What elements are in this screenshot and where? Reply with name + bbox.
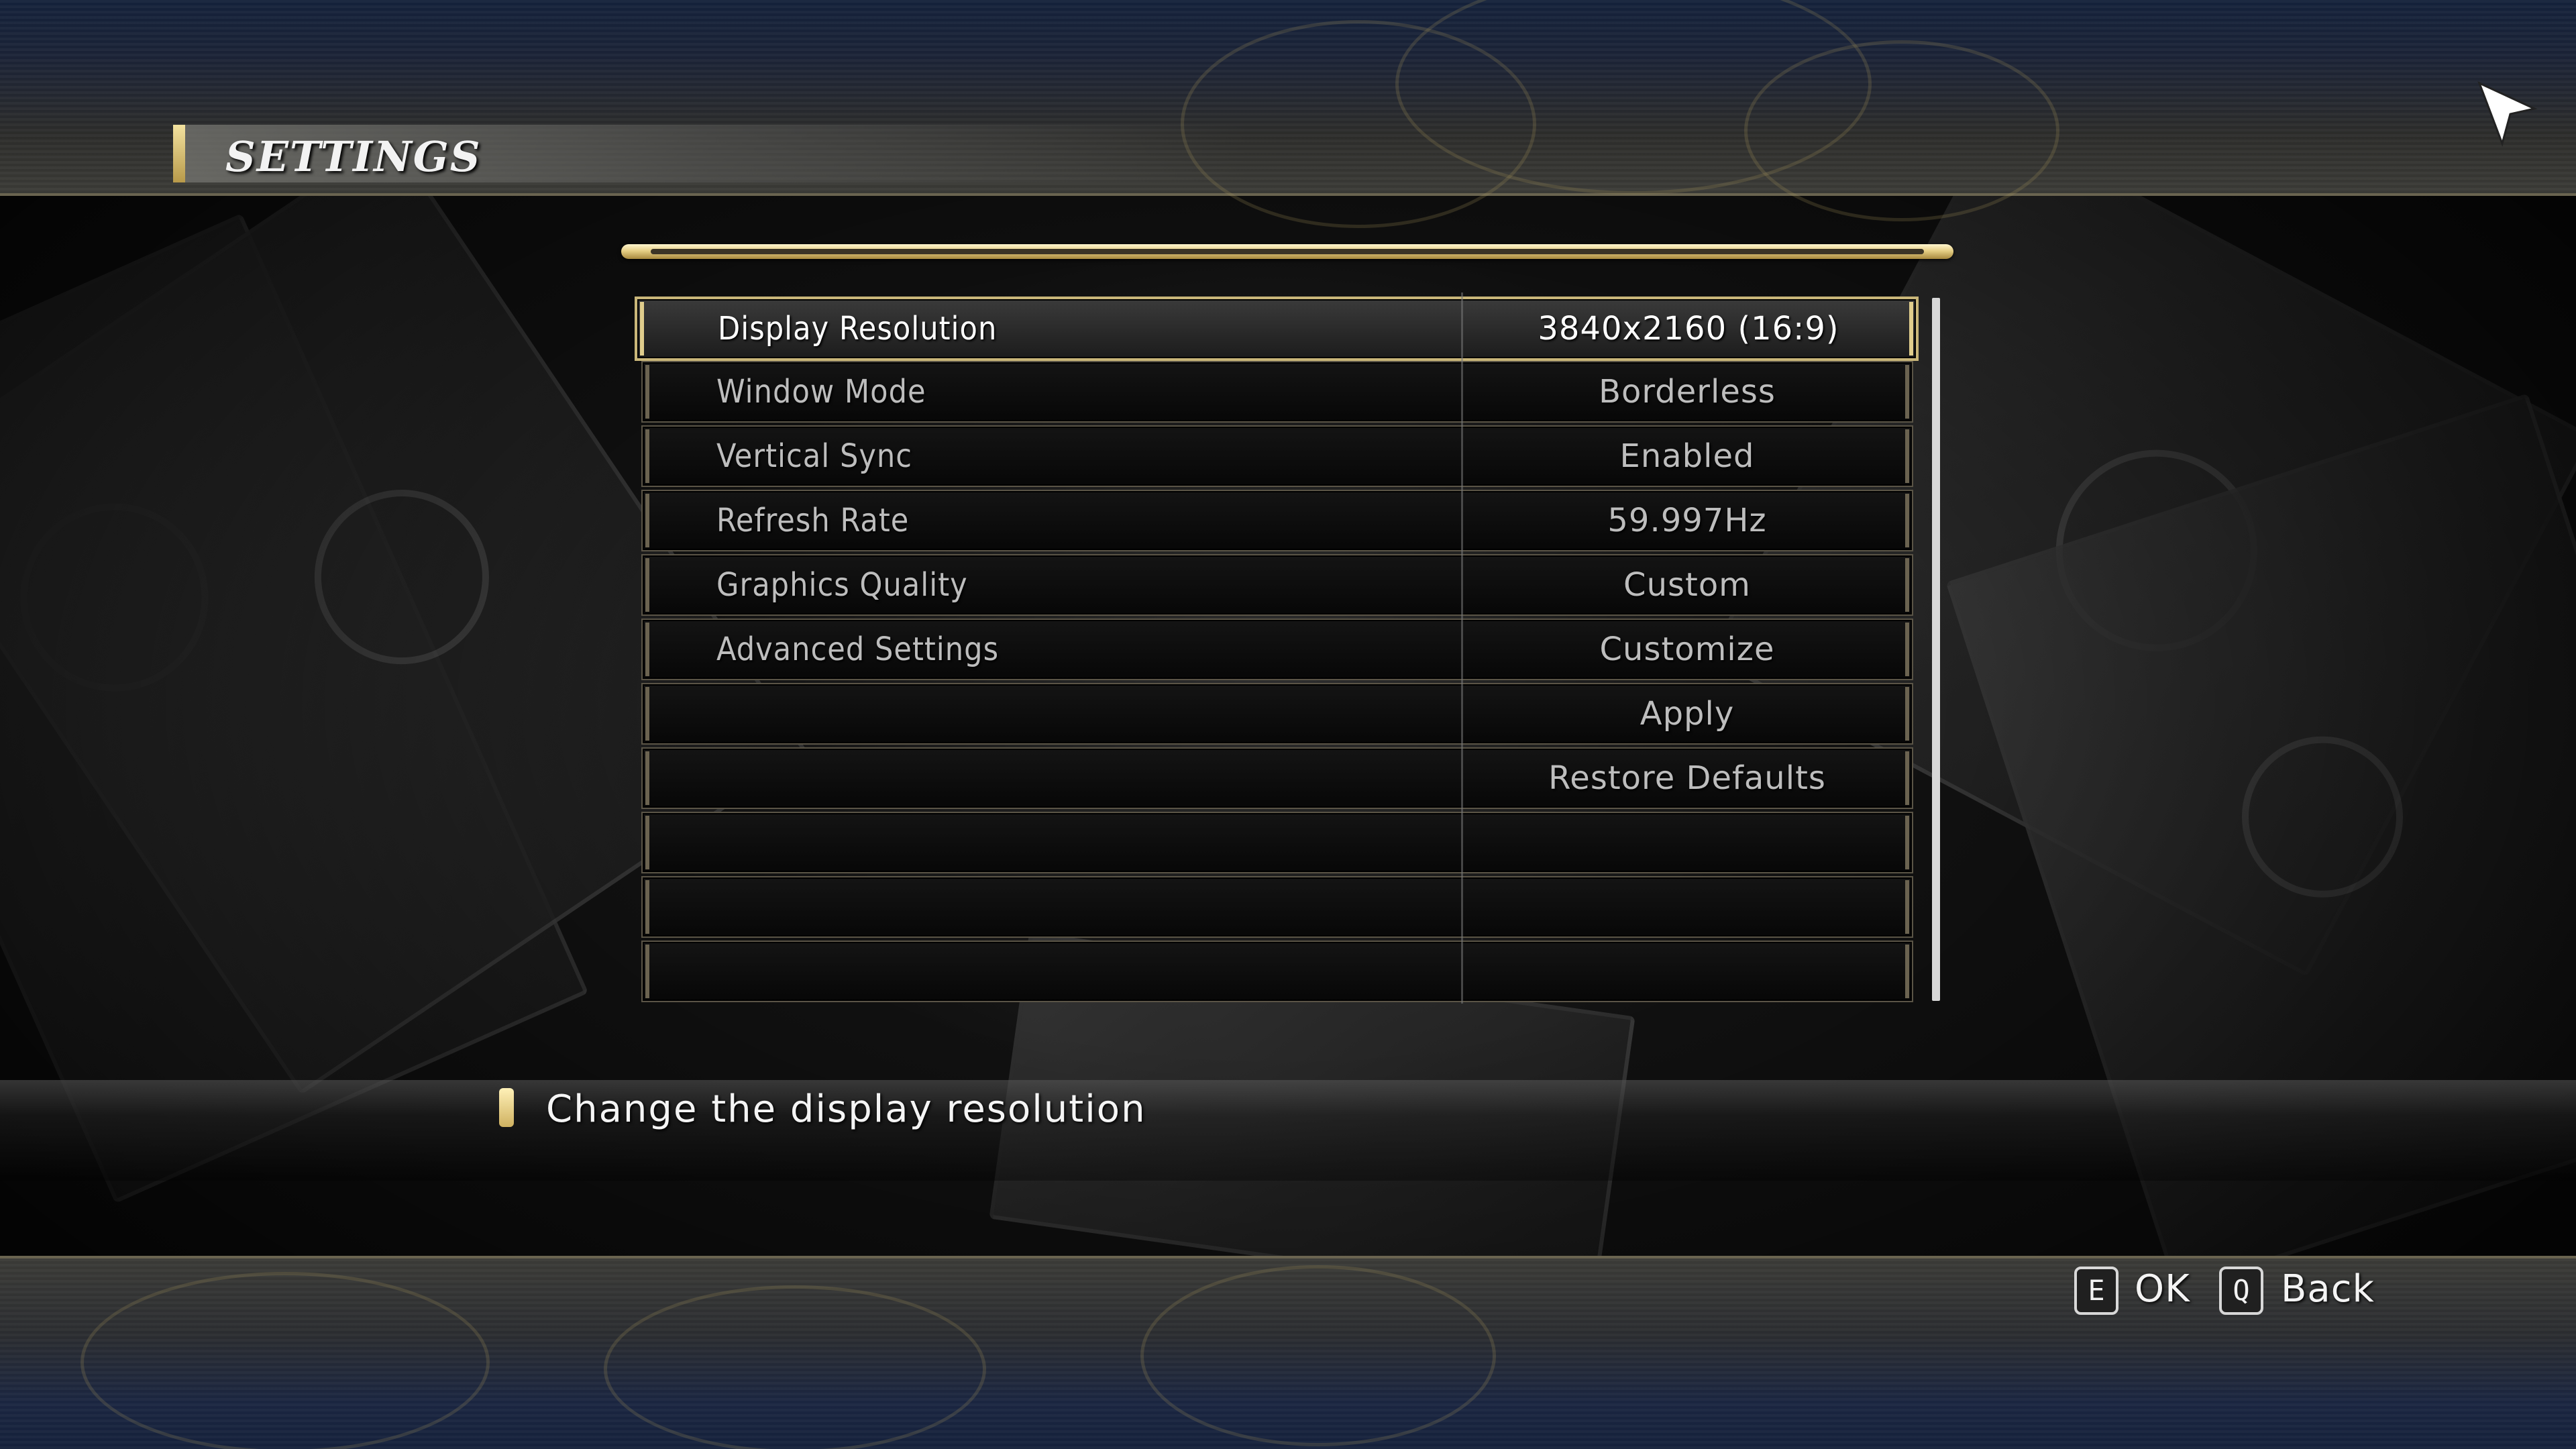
e-key-icon: E <box>2074 1267 2118 1315</box>
mouse-pointer-icon <box>2477 81 2538 147</box>
setting-value: Restore Defaults <box>1548 759 1826 797</box>
bullet-marker-icon <box>499 1088 514 1127</box>
setting-label: Advanced Settings <box>716 631 1000 668</box>
setting-description: Change the display resolution <box>546 1087 1146 1131</box>
setting-value: 59.997Hz <box>1607 502 1767 539</box>
setting-value: 3840x2160 (16:9) <box>1538 310 1839 347</box>
setting-label: Vertical Sync <box>716 437 913 475</box>
setting-value: Apply <box>1640 695 1735 733</box>
setting-row-refresh-rate[interactable]: Refresh Rate 59.997Hz <box>641 490 1913 551</box>
page-title: SETTINGS <box>225 132 482 181</box>
setting-label: Display Resolution <box>718 310 998 347</box>
setting-label: Graphics Quality <box>716 566 968 604</box>
q-key-icon: Q <box>2219 1267 2263 1315</box>
scrollbar[interactable] <box>1932 298 1940 1001</box>
panel-top-bar <box>621 244 1953 259</box>
setting-row-advanced-settings[interactable]: Advanced Settings Customize <box>641 619 1913 680</box>
setting-label: Refresh Rate <box>716 502 910 539</box>
setting-row-vertical-sync[interactable]: Vertical Sync Enabled <box>641 425 1913 487</box>
header-accent-bar <box>173 125 185 182</box>
ok-button[interactable]: OK <box>2135 1263 2190 1316</box>
setting-value <box>1462 942 1912 1001</box>
column-divider <box>1461 292 1463 1004</box>
settings-screen: SETTINGS Display Resolution 3840x2160 (1… <box>0 0 2576 1449</box>
restore-defaults-button[interactable]: Restore Defaults <box>641 747 1913 809</box>
apply-button[interactable]: Apply <box>641 683 1913 745</box>
setting-value: Borderless <box>1599 373 1776 411</box>
setting-value: Custom <box>1623 566 1751 604</box>
setting-value: Customize <box>1599 631 1775 668</box>
setting-value: Enabled <box>1619 437 1755 475</box>
setting-row-window-mode[interactable]: Window Mode Borderless <box>641 361 1913 423</box>
setting-value <box>1462 877 1912 936</box>
setting-label: Window Mode <box>716 373 926 411</box>
empty-setting-row <box>641 941 1913 1002</box>
empty-setting-row <box>641 876 1913 938</box>
back-button[interactable]: Back <box>2281 1263 2375 1316</box>
empty-setting-row <box>641 812 1913 873</box>
setting-row-graphics-quality[interactable]: Graphics Quality Custom <box>641 554 1913 616</box>
setting-row-display-resolution[interactable]: Display Resolution 3840x2160 (16:9) <box>635 297 1919 361</box>
setting-value <box>1462 813 1912 872</box>
description-band <box>0 1080 2576 1181</box>
